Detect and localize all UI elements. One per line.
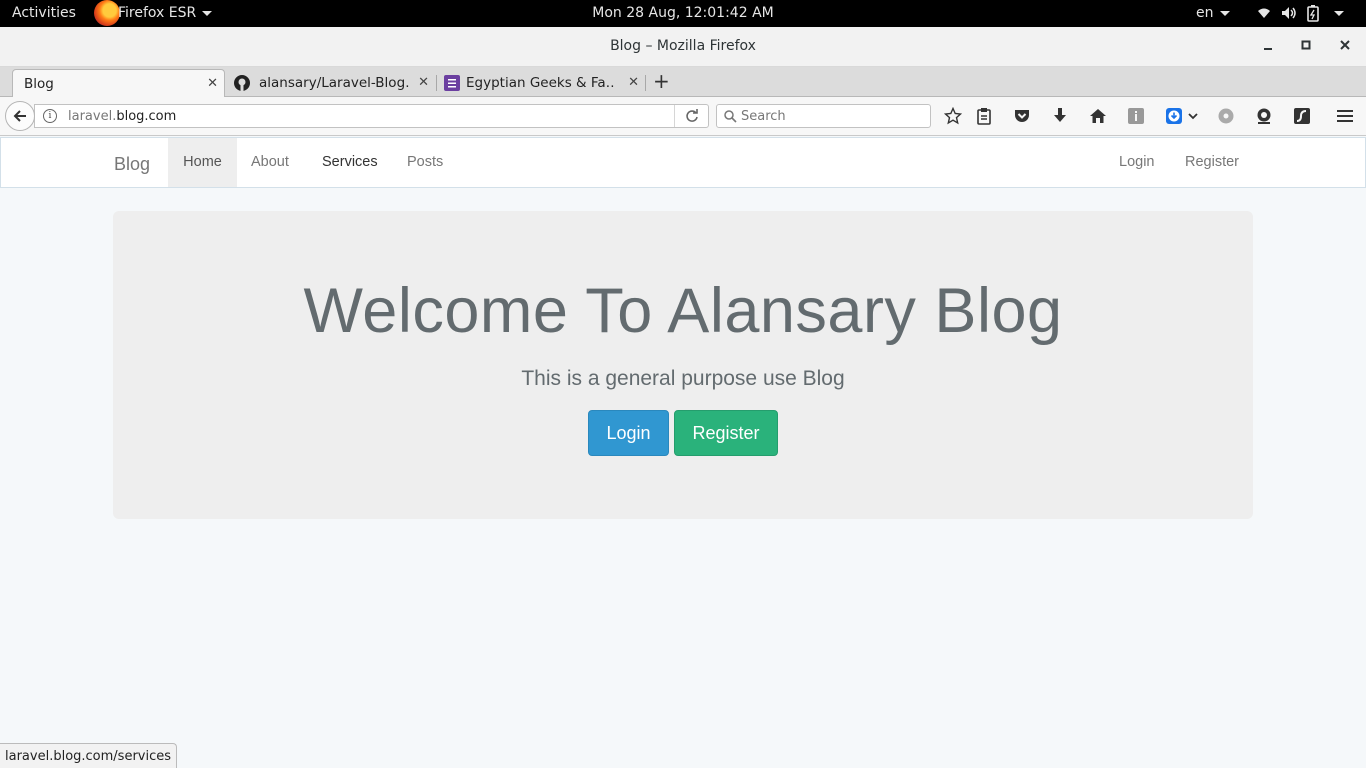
site-info-icon[interactable]: i xyxy=(43,109,57,123)
search-bar[interactable] xyxy=(716,104,931,128)
tab-label: alansary/Laravel-Blog… xyxy=(259,75,409,91)
pocket-icon xyxy=(1015,110,1029,122)
close-tab-icon[interactable]: ✕ xyxy=(207,76,218,91)
favicon-icon xyxy=(444,75,460,91)
info-extension-icon xyxy=(1128,108,1144,124)
flash-button[interactable] xyxy=(1292,106,1312,126)
tab-separator xyxy=(436,75,437,91)
tab-blog[interactable]: Blog ✕ xyxy=(12,69,225,97)
app-menu[interactable]: Firefox ESR xyxy=(118,5,213,21)
hero-subheading: This is a general purpose use Blog xyxy=(521,367,845,390)
bookmarks-menu-button[interactable] xyxy=(974,106,994,126)
site-brand-link[interactable]: Blog xyxy=(114,154,150,175)
minimize-icon xyxy=(1264,48,1272,50)
chevron-down-icon xyxy=(202,10,213,16)
download-manager-dropdown[interactable] xyxy=(1186,106,1200,126)
hero-login-button[interactable]: Login xyxy=(588,410,669,456)
url-bar[interactable]: i laravel.blog.com xyxy=(34,104,709,128)
chevron-down-icon xyxy=(1219,10,1230,16)
maximize-icon xyxy=(1301,40,1311,50)
open-menu-button[interactable] xyxy=(1335,106,1355,126)
system-menu[interactable] xyxy=(1256,4,1344,22)
nav-link-posts[interactable]: Posts xyxy=(407,138,443,187)
tab-github[interactable]: alansary/Laravel-Blog… ✕ xyxy=(230,69,435,97)
chevron-down-icon xyxy=(1188,113,1198,120)
extension-button[interactable] xyxy=(1126,106,1146,126)
link-status-bar: laravel.blog.com/services xyxy=(0,743,178,768)
back-button[interactable] xyxy=(5,101,35,131)
tab-label: Blog xyxy=(24,75,54,92)
reload-icon xyxy=(685,109,698,122)
window-title-bar: Blog – Mozilla Firefox xyxy=(0,27,1366,67)
github-icon xyxy=(234,75,250,91)
minimize-button[interactable] xyxy=(1258,37,1278,57)
volume-icon xyxy=(1282,7,1296,19)
web-page: Blog Home About Services Posts Login Reg… xyxy=(0,137,1366,768)
tab-label: Egyptian Geeks & Fa… xyxy=(466,75,614,91)
extension-button[interactable] xyxy=(1216,106,1236,126)
nav-link-home[interactable]: Home xyxy=(168,138,237,187)
window-title: Blog – Mozilla Firefox xyxy=(610,38,756,54)
webcam-icon xyxy=(1257,108,1271,124)
url-text[interactable]: laravel.blog.com xyxy=(68,109,176,124)
close-icon xyxy=(1340,40,1350,50)
download-manager-button[interactable] xyxy=(1164,106,1184,126)
star-icon xyxy=(944,107,962,125)
download-icon xyxy=(1054,108,1066,122)
extension-button[interactable] xyxy=(1254,106,1274,126)
hero-jumbotron: Welcome To Alansary Blog This is a gener… xyxy=(113,211,1253,519)
search-input[interactable] xyxy=(741,107,926,125)
close-window-button[interactable] xyxy=(1335,37,1355,57)
url-host-domain: blog.com xyxy=(116,109,177,124)
app-menu-label: Firefox ESR xyxy=(118,5,197,21)
hero-heading: Welcome To Alansary Blog xyxy=(303,276,1063,346)
url-host-prefix: laravel. xyxy=(68,109,117,124)
tab-egyptian-geeks[interactable]: Egyptian Geeks & Fa… ✕ xyxy=(440,69,645,97)
battery-icon xyxy=(1307,5,1319,22)
wifi-icon xyxy=(1258,8,1270,18)
language-menu[interactable]: en xyxy=(1196,5,1230,21)
arrow-left-icon xyxy=(13,110,26,122)
search-icon xyxy=(724,110,737,123)
chevron-down-icon xyxy=(1334,10,1344,16)
language-label: en xyxy=(1196,5,1214,21)
new-tab-button[interactable]: + xyxy=(653,71,670,91)
gnome-top-bar: Activities Firefox ESR Mon 28 Aug, 12:01… xyxy=(0,0,1366,27)
nav-link-about[interactable]: About xyxy=(251,138,289,187)
maximize-button[interactable] xyxy=(1296,37,1316,57)
disc-icon xyxy=(1218,108,1234,124)
firefox-logo-icon xyxy=(94,0,120,26)
activities-button[interactable]: Activities xyxy=(12,5,76,21)
reload-button[interactable] xyxy=(674,105,708,127)
download-circle-icon xyxy=(1166,108,1182,124)
pocket-button[interactable] xyxy=(1012,106,1032,126)
close-tab-icon[interactable]: ✕ xyxy=(418,75,429,90)
nav-link-register[interactable]: Register xyxy=(1185,138,1239,187)
close-tab-icon[interactable]: ✕ xyxy=(628,75,639,90)
tab-separator xyxy=(645,75,646,91)
tab-strip: Blog ✕ alansary/Laravel-Blog… ✕ Egyptian… xyxy=(0,67,1366,97)
nav-link-services[interactable]: Services xyxy=(322,138,378,187)
clipboard-icon xyxy=(977,108,991,125)
home-button[interactable] xyxy=(1088,106,1108,126)
home-icon xyxy=(1090,109,1106,123)
hero-register-button[interactable]: Register xyxy=(674,410,778,456)
navigation-toolbar: i laravel.blog.com xyxy=(0,97,1366,136)
flash-icon xyxy=(1294,108,1310,124)
downloads-button[interactable] xyxy=(1050,106,1070,126)
hamburger-menu-icon xyxy=(1337,110,1353,122)
bookmark-star-button[interactable] xyxy=(943,106,963,126)
site-navbar: Blog Home About Services Posts Login Reg… xyxy=(0,137,1366,188)
nav-link-login[interactable]: Login xyxy=(1119,138,1154,187)
